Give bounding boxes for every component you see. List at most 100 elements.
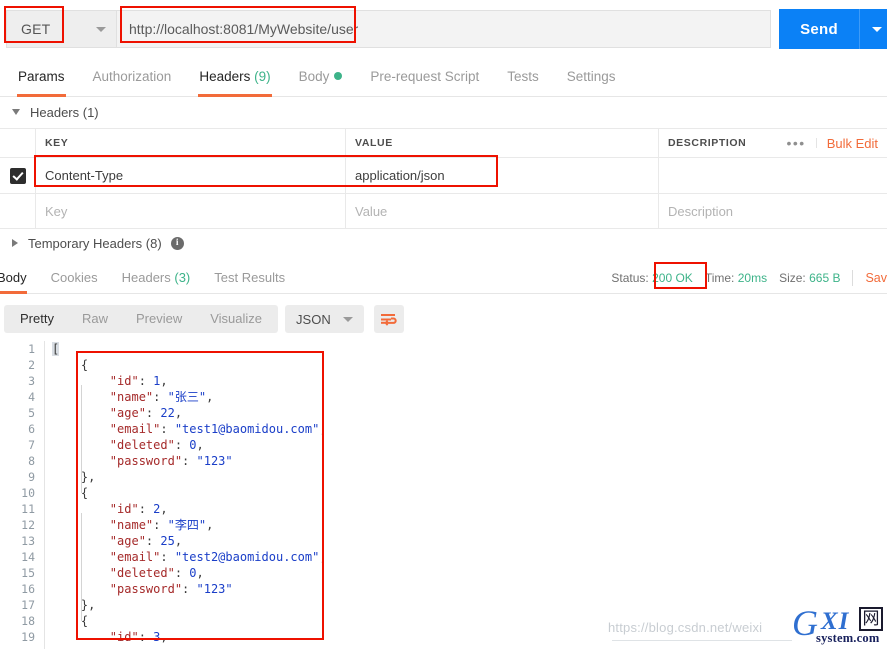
request-url-bar: GET http://localhost:8081/MyWebsite/user… <box>0 0 887 52</box>
content-type-dropdown[interactable]: JSON <box>285 305 364 333</box>
table-header-row: KEY VALUE DESCRIPTION ••• Bulk Edit <box>0 128 887 158</box>
fold-guide <box>81 385 82 493</box>
info-icon[interactable]: i <box>170 236 184 250</box>
code-token: "李四" <box>167 518 207 532</box>
divider <box>852 269 854 286</box>
code-line: "email": "test1@baomidou.com", <box>52 421 327 437</box>
line-number: 17 <box>21 598 35 612</box>
temporary-headers-title: Temporary Headers (8) <box>28 235 162 251</box>
line-number-gutter: 1 2 3 4 5 6 7 8 9 10 11 12 13 14 15 16 17 18 19 <box>0 341 45 649</box>
send-options-button[interactable] <box>859 9 887 49</box>
response-tab-body[interactable]: Body <box>0 262 39 294</box>
code-token: [ <box>52 342 60 356</box>
code-token: "id" <box>109 630 139 644</box>
line-number: 6 <box>28 422 35 436</box>
tab-params[interactable]: Params <box>4 57 79 97</box>
code-token: }, <box>80 470 96 484</box>
tab-count: (9) <box>254 68 271 84</box>
line-number: 12 <box>21 518 35 532</box>
code-line: "password": "123" <box>52 581 327 597</box>
tab-label: Body <box>0 269 27 285</box>
code-token: , <box>319 422 327 436</box>
code-line: "password": "123" <box>52 453 327 469</box>
temporary-headers-toggle[interactable]: Temporary Headers (8) i <box>0 228 887 258</box>
size-label: Size: <box>779 270 806 285</box>
tab-settings[interactable]: Settings <box>553 57 630 97</box>
line-number: 10 <box>21 486 35 500</box>
tab-body[interactable]: Body <box>285 57 357 97</box>
format-tab-preview[interactable]: Preview <box>122 305 196 333</box>
tab-headers[interactable]: Headers (9) <box>185 57 284 97</box>
site-logo: G XI 网 system.com <box>790 603 885 647</box>
code-token: "password" <box>109 454 183 468</box>
tab-tests[interactable]: Tests <box>493 57 553 97</box>
http-method-dropdown[interactable]: GET <box>6 10 116 48</box>
code-token: , <box>160 630 168 644</box>
more-options-icon[interactable]: ••• <box>776 136 817 150</box>
line-number: 18 <box>21 614 35 628</box>
row-checkbox-cell-empty <box>0 193 36 229</box>
column-header-value: VALUE <box>346 128 659 158</box>
url-input[interactable]: http://localhost:8081/MyWebsite/user <box>116 10 771 48</box>
code-line: "age": 25, <box>52 533 327 549</box>
tab-label: Body <box>298 68 330 84</box>
fold-guide <box>81 513 82 621</box>
response-tab-test-results[interactable]: Test Results <box>202 262 297 294</box>
code-line: "email": "test2@baomidou.com", <box>52 549 327 565</box>
headers-section-title: Headers (1) <box>30 104 99 120</box>
format-tab-raw[interactable]: Raw <box>68 305 122 333</box>
line-number: 3 <box>28 374 35 388</box>
request-tabs: Params Authorization Headers (9) Body Pr… <box>0 57 887 97</box>
line-number: 1 <box>28 342 35 356</box>
code-token: "email" <box>109 550 161 564</box>
code-line: }, <box>52 597 327 613</box>
code-token: : <box>160 422 175 436</box>
cell-description[interactable] <box>659 158 887 194</box>
column-header-description: DESCRIPTION ••• Bulk Edit <box>668 135 878 151</box>
logo-cn-char: 网 <box>859 607 883 631</box>
line-number: 15 <box>21 566 35 580</box>
code-line: "deleted": 0, <box>52 437 327 453</box>
triangle-right-icon <box>12 239 18 247</box>
cell-value-placeholder[interactable]: Value <box>346 193 659 229</box>
format-tab-group: Pretty Raw Preview Visualize <box>4 305 279 333</box>
format-tab-visualize[interactable]: Visualize <box>196 305 276 333</box>
bulk-edit-link[interactable]: Bulk Edit <box>817 136 878 151</box>
cell-key[interactable]: Content-Type <box>36 157 346 194</box>
code-token: : <box>138 502 154 516</box>
table-row-empty: Key Value Description <box>0 193 887 229</box>
status-badge: 200 OK <box>652 270 693 285</box>
word-wrap-button[interactable] <box>373 305 404 333</box>
code-token: "name" <box>109 518 154 532</box>
chevron-down-icon <box>871 26 882 32</box>
response-body-viewer[interactable]: 1 2 3 4 5 6 7 8 9 10 11 12 13 14 15 16 17 18 19 [ { "id": … <box>0 341 887 649</box>
format-tab-pretty[interactable]: Pretty <box>6 305 68 333</box>
code-line: { <box>52 485 327 501</box>
headers-section-toggle[interactable]: Headers (1) <box>0 98 887 126</box>
tab-pre-request-script[interactable]: Pre-request Script <box>356 57 493 97</box>
code-line: "id": 2, <box>52 501 327 517</box>
code-token: : <box>182 454 197 468</box>
code-token: "id" <box>109 374 139 388</box>
line-number: 4 <box>28 390 35 404</box>
save-response-button[interactable]: Sav <box>865 271 887 285</box>
tab-label: Test Results <box>214 269 286 285</box>
code-line: { <box>52 613 327 629</box>
code-token: , <box>174 406 183 420</box>
code-token: "id" <box>109 502 139 516</box>
send-button[interactable]: Send <box>779 9 859 49</box>
cell-value[interactable]: application/json <box>346 157 659 194</box>
row-checkbox[interactable] <box>9 167 26 184</box>
tab-authorization[interactable]: Authorization <box>79 57 186 97</box>
code-token: : <box>174 566 190 580</box>
tab-label: Authorization <box>92 68 172 84</box>
response-tab-headers[interactable]: Headers (3) <box>110 262 203 294</box>
code-line: "name": "李四", <box>52 517 327 533</box>
cell-description-placeholder[interactable]: Description <box>659 193 887 229</box>
response-tab-cookies[interactable]: Cookies <box>39 262 110 294</box>
line-number: 14 <box>21 550 35 564</box>
code-token: "name" <box>109 390 154 404</box>
cell-key-placeholder[interactable]: Key <box>36 193 346 229</box>
logo-subtitle: system.com <box>816 631 880 645</box>
code-line: "age": 22, <box>52 405 327 421</box>
